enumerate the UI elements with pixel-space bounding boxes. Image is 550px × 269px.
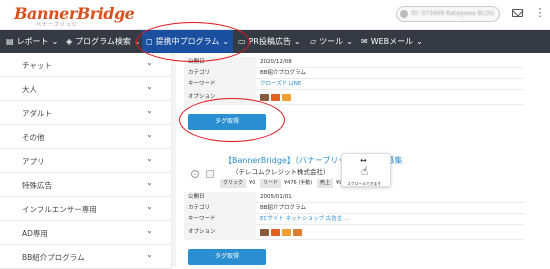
collapse-icon[interactable]: –	[191, 170, 199, 178]
program-2-advertiser: （テレコムクレジット株式会社）	[232, 168, 330, 176]
sidebar-item-bb-referral[interactable]: BB紹介プログラム ⌄	[0, 245, 172, 269]
select-checkbox[interactable]	[206, 170, 214, 178]
chevron-down-icon: ⌄	[146, 202, 153, 211]
mail-icon[interactable]	[512, 9, 523, 17]
option-badge-icon	[282, 229, 291, 236]
chevron-down-icon: ⌄	[346, 37, 353, 46]
nav-pr-post-label: PR投稿広告	[248, 37, 291, 46]
account-pill[interactable]: ID: 073469 Katagawa BLOG	[396, 6, 500, 22]
sidebar-item-special-ads[interactable]: 特殊広告 ⌄	[0, 173, 172, 197]
nav-report[interactable]: ▤ レポート ⌄	[6, 30, 58, 53]
chevron-down-icon: ⌄	[146, 106, 153, 115]
chevron-down-icon: ⌄	[146, 154, 153, 163]
sidebar-item-adult-general[interactable]: 大人 ⌄	[0, 77, 172, 101]
chevron-down-icon: ⌄	[416, 37, 423, 46]
option-badges	[260, 228, 304, 239]
chevron-down-icon: ⌄	[293, 37, 301, 46]
nav-tools-label: ツール	[319, 37, 344, 46]
option-badge-icon	[282, 94, 291, 101]
option-badge-icon	[271, 94, 280, 101]
table-row: カテゴリ BB紹介プログラム	[184, 68, 524, 79]
account-text: ID: 073469 Katagawa BLOG	[411, 10, 495, 17]
sidebar-item-ad-only[interactable]: AD専用 ⌄	[0, 221, 172, 245]
table-row: カテゴリ BB紹介プログラム	[184, 203, 524, 214]
top-bar: BannerBridge バナーブリッジ ID: 073469 Katagawa…	[0, 0, 550, 30]
truck-icon	[260, 229, 269, 236]
nav-webmail-label: WEBメール	[370, 37, 414, 46]
category-sidebar: チャット ⌄ 大人 ⌄ アダルト ⌄ その他 ⌄ アプリ ⌄ 特殊広告 ⌄ インフルエンサー…	[0, 53, 172, 269]
truck-icon	[260, 94, 269, 101]
option-badge-icon	[271, 229, 280, 236]
table-row: オプション	[184, 225, 524, 240]
sidebar-item-adult[interactable]: アダルト ⌄	[0, 101, 172, 125]
sidebar-item-app[interactable]: アプリ ⌄	[0, 149, 172, 173]
table-row: 公開日 2005/01/01	[184, 192, 524, 203]
nav-program-search-label: プログラム検索	[75, 37, 131, 46]
chevron-down-icon: ⌄	[146, 250, 153, 259]
nav-program-search[interactable]: ◈ プログラム検索 ⌄	[66, 30, 141, 53]
chevron-down-icon: ⌄	[146, 82, 153, 91]
program-2-table: 公開日 2005/01/01 カテゴリ BB紹介プログラム キーワード ECサイト ネ…	[184, 192, 524, 240]
main-nav: ▤ レポート ⌄ ◈ プログラム検索 ⌄ ◻ 提携中プログラム ⌄ ▭ PR投稿…	[0, 30, 550, 53]
email-icon: ✉	[361, 37, 368, 46]
nav-report-label: レポート	[16, 37, 49, 46]
cube-icon: ◈	[66, 37, 73, 46]
sidebar-item-influencer[interactable]: インフルエンサー専用 ⌄	[0, 197, 172, 221]
nav-tools[interactable]: ▱ ツール ⌄	[310, 30, 353, 53]
chevron-down-icon: ⌄	[146, 130, 153, 139]
hand-pointer-icon: ☝	[361, 164, 369, 178]
chevron-down-icon: ⌄	[146, 226, 153, 235]
avatar-icon	[400, 10, 408, 18]
table-row: キーワード クローズド LINE	[184, 79, 524, 90]
table-row: キーワード ECサイト ネットショップ 広告主 ...	[184, 214, 524, 225]
document-icon: ▤	[6, 37, 14, 46]
folder-icon: ▱	[310, 37, 317, 46]
table-row: 公開日 2020/12/08	[184, 57, 524, 68]
sidebar-item-chat[interactable]: チャット ⌄	[0, 53, 172, 77]
sidebar-item-other[interactable]: その他 ⌄	[0, 125, 172, 149]
menu-icon[interactable]: ⋮	[534, 7, 546, 19]
chevron-down-icon: ⌄	[146, 58, 153, 67]
chevron-down-icon: ⌄	[51, 37, 59, 46]
annotation-oval-nav	[136, 22, 250, 62]
annotation-oval-tag-button	[179, 98, 285, 142]
chevron-down-icon: ⌄	[146, 178, 153, 187]
scroll-hint-tooltip: ↔ ☝ スクロールできます	[341, 153, 391, 187]
nav-webmail[interactable]: ✉ WEBメール ⌄	[361, 30, 423, 53]
option-badge-icon	[293, 229, 302, 236]
logo-subtitle: バナーブリッジ	[36, 22, 78, 28]
get-tag-button-2[interactable]: タグ取得	[188, 249, 266, 265]
